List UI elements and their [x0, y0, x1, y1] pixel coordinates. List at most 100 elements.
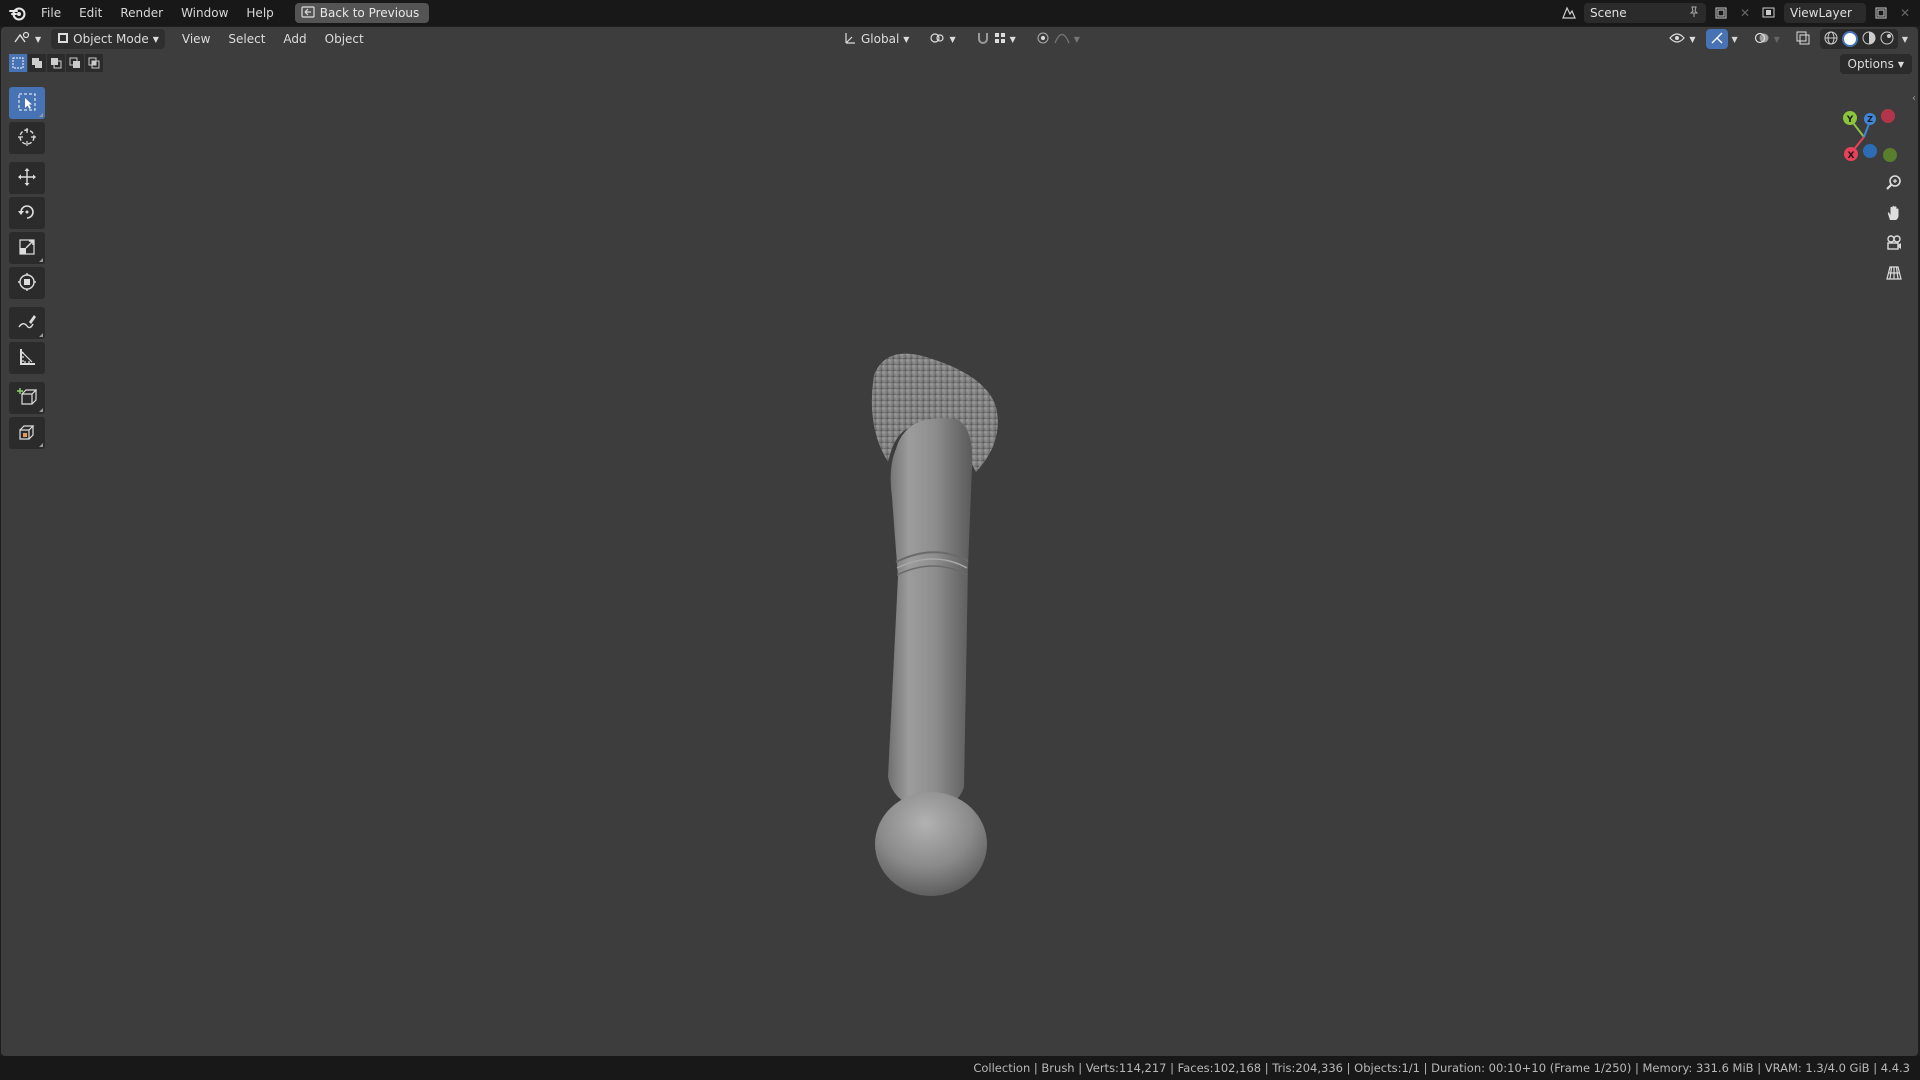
- gizmo-toggle[interactable]: [1705, 29, 1728, 49]
- wireframe-shading-icon[interactable]: [1824, 31, 1838, 48]
- add-cube-tool[interactable]: [9, 382, 45, 414]
- transform-orientation-label: Global: [861, 32, 900, 46]
- rotate-icon: [17, 202, 37, 225]
- chevron-down-icon: ▼: [903, 34, 910, 44]
- rotate-tool[interactable]: [9, 197, 45, 229]
- snap-toggle[interactable]: ▼: [970, 29, 1022, 49]
- extrude-cube-tool[interactable]: [9, 417, 45, 449]
- select-subtract-icon[interactable]: [47, 54, 65, 72]
- chevron-down-icon: ▼: [1073, 34, 1080, 44]
- editor-type-icon: [13, 31, 31, 48]
- pivot-point-dropdown[interactable]: ▼: [923, 29, 961, 49]
- xray-toggle[interactable]: [1790, 29, 1816, 49]
- y-axis-label: Y: [1846, 115, 1854, 125]
- view-layer-browse-icon[interactable]: [1760, 4, 1778, 22]
- editor-type-button[interactable]: ▼: [7, 29, 47, 49]
- measure-tool[interactable]: [9, 342, 45, 374]
- back-to-previous-button[interactable]: Back to Previous: [294, 3, 430, 23]
- sidebar-toggle-icon[interactable]: ‹: [1912, 93, 1916, 104]
- overlays-toggle[interactable]: ▼: [1748, 29, 1786, 49]
- object-mode-label: Object Mode: [73, 32, 149, 46]
- select-invert-icon[interactable]: [66, 54, 84, 72]
- add-menu[interactable]: Add: [274, 29, 315, 49]
- back-icon: [301, 5, 315, 21]
- options-dropdown[interactable]: Options ▼: [1839, 54, 1912, 74]
- snap-grid-icon: [994, 32, 1006, 47]
- top-menu-bar: File Edit Render Window Help Back to Pre…: [0, 0, 1920, 26]
- camera-view-button[interactable]: [1880, 230, 1908, 258]
- magnet-icon: [976, 31, 990, 48]
- material-shading-icon[interactable]: [1862, 31, 1876, 48]
- back-to-previous-label: Back to Previous: [319, 6, 420, 20]
- menu-file[interactable]: File: [32, 0, 70, 26]
- object-visibility-dropdown[interactable]: ▼: [1663, 29, 1701, 49]
- scene-selector[interactable]: Scene: [1584, 3, 1706, 23]
- select-extend-icon[interactable]: [28, 54, 46, 72]
- scene-browse-icon[interactable]: [1560, 4, 1578, 22]
- 3d-viewport[interactable]: ▼ Object Mode ▼ View Select Add Object G…: [1, 27, 1918, 1056]
- blender-logo-icon[interactable]: [4, 0, 32, 26]
- proportional-icon: [1036, 31, 1050, 48]
- object-menu[interactable]: Object: [316, 29, 373, 49]
- falloff-icon: [1054, 32, 1070, 47]
- menu-help[interactable]: Help: [237, 0, 282, 26]
- menu-window[interactable]: Window: [172, 0, 237, 26]
- scale-icon: [17, 237, 37, 260]
- brush-handle-end: [875, 792, 987, 896]
- rendered-shading-icon[interactable]: [1880, 31, 1894, 48]
- xray-icon: [1796, 31, 1810, 48]
- grid-perspective-icon: [1885, 264, 1903, 285]
- select-new-icon[interactable]: [9, 54, 27, 72]
- pin-icon[interactable]: [1688, 6, 1700, 21]
- eye-icon: [1669, 32, 1686, 47]
- transform-tool[interactable]: [9, 267, 45, 299]
- chevron-down-icon: ▼: [1689, 34, 1696, 44]
- new-scene-icon[interactable]: [1712, 4, 1730, 22]
- pan-button[interactable]: [1880, 200, 1908, 228]
- perspective-toggle-button[interactable]: [1880, 260, 1908, 288]
- proportional-editing-toggle[interactable]: ▼: [1030, 29, 1086, 49]
- brush-3d-model[interactable]: [846, 347, 1026, 907]
- chevron-down-icon: ▼: [1897, 59, 1904, 69]
- chevron-down-icon[interactable]: ▼: [1902, 35, 1908, 44]
- z-axis-label: Z: [1867, 115, 1873, 124]
- select-box-tool[interactable]: [9, 87, 45, 119]
- select-box-icon: [17, 92, 37, 115]
- solid-shading-icon[interactable]: [1841, 31, 1858, 47]
- annotate-tool[interactable]: [9, 307, 45, 339]
- move-tool[interactable]: [9, 162, 45, 194]
- select-menu[interactable]: Select: [219, 29, 274, 49]
- view-layer-name: ViewLayer: [1790, 6, 1852, 20]
- delete-view-layer-icon[interactable]: ✕: [1896, 4, 1914, 22]
- orientation-icon: [843, 31, 857, 48]
- zoom-magnifier-icon: [1885, 174, 1903, 195]
- menu-edit[interactable]: Edit: [70, 0, 111, 26]
- chevron-down-icon[interactable]: ▼: [1732, 35, 1738, 44]
- tool-shelf: [9, 87, 45, 452]
- navigation-buttons: [1880, 170, 1908, 290]
- neg-x-axis-handle[interactable]: [1881, 109, 1895, 123]
- select-intersect-icon[interactable]: [85, 54, 103, 72]
- delete-scene-icon[interactable]: ✕: [1736, 4, 1754, 22]
- scene-name: Scene: [1590, 6, 1627, 20]
- zoom-button[interactable]: [1880, 170, 1908, 198]
- transform-orientation-dropdown[interactable]: Global ▼: [837, 29, 915, 49]
- view-layer-selector[interactable]: ViewLayer: [1784, 3, 1866, 23]
- scale-tool[interactable]: [9, 232, 45, 264]
- navigation-gizmo[interactable]: Y Z X: [1828, 97, 1908, 177]
- view-menu[interactable]: View: [173, 29, 219, 49]
- scene-statistics: Collection | Brush | Verts:114,217 | Fac…: [973, 1061, 1910, 1075]
- menu-render[interactable]: Render: [111, 0, 172, 26]
- chevron-down-icon: ▼: [152, 34, 159, 44]
- neg-z-axis-handle[interactable]: [1863, 144, 1877, 158]
- cube-icon: [17, 422, 37, 445]
- move-icon: [17, 167, 37, 190]
- transform-tools: Global ▼ ▼ ▼ ▼: [837, 29, 1086, 49]
- viewport-header: ▼ Object Mode ▼ View Select Add Object G…: [1, 27, 1918, 51]
- new-view-layer-icon[interactable]: [1872, 4, 1890, 22]
- object-mode-dropdown[interactable]: Object Mode ▼: [51, 29, 165, 49]
- neg-y-axis-handle[interactable]: [1883, 148, 1897, 162]
- cursor-tool[interactable]: [9, 122, 45, 154]
- camera-icon: [1885, 234, 1903, 255]
- cursor-icon: [17, 127, 37, 150]
